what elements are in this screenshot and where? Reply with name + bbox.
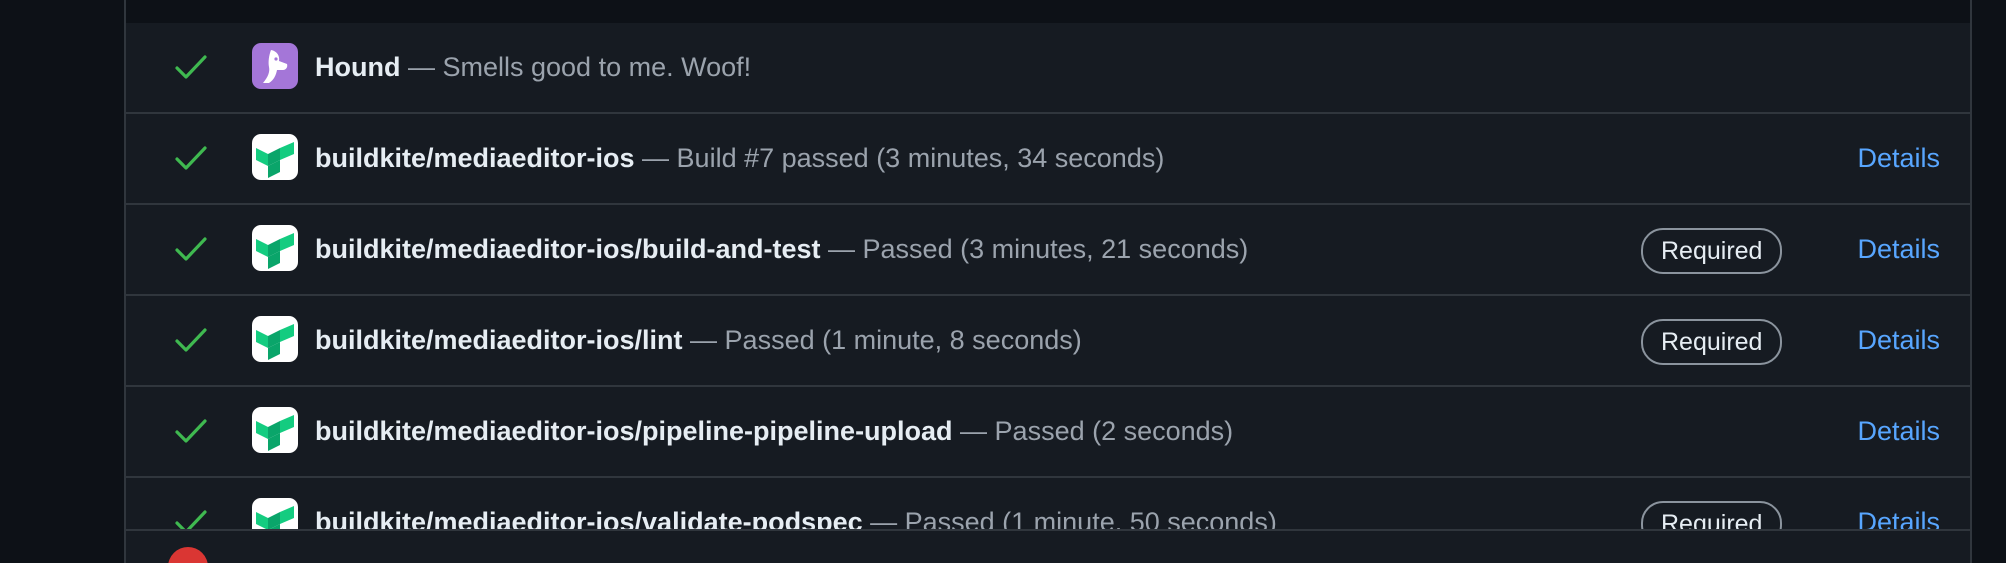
check-description: — Passed (3 minutes, 21 seconds)	[820, 234, 1249, 264]
checks-panel: Hound — Smells good to me. Woof! buildki…	[124, 0, 1972, 563]
check-text: buildkite/mediaeditor-ios — Build #7 pas…	[315, 138, 1164, 178]
check-row: buildkite/mediaeditor-ios/validate-podsp…	[126, 478, 1970, 529]
failure-status-icon	[168, 547, 208, 563]
panel-top-divider	[126, 0, 1970, 25]
check-row: buildkite/mediaeditor-ios — Build #7 pas…	[126, 114, 1970, 205]
details-link[interactable]: Details	[1857, 411, 1940, 451]
checkmark-icon	[175, 419, 207, 443]
check-description: — Passed (1 minute, 8 seconds)	[682, 325, 1082, 355]
check-text: buildkite/mediaeditor-ios/validate-podsp…	[315, 502, 1277, 529]
check-row: buildkite/mediaeditor-ios/lint — Passed …	[126, 296, 1970, 387]
check-name: buildkite/mediaeditor-ios/build-and-test	[315, 234, 821, 264]
merge-status-section	[126, 529, 1970, 563]
details-link[interactable]: Details	[1857, 320, 1940, 360]
checkmark-icon	[175, 510, 207, 529]
check-text: Hound — Smells good to me. Woof!	[315, 47, 751, 87]
check-name: buildkite/mediaeditor-ios/lint	[315, 325, 683, 355]
required-badge: Required	[1641, 501, 1783, 529]
check-row-hound: Hound — Smells good to me. Woof!	[126, 23, 1970, 114]
check-description: — Build #7 passed (3 minutes, 34 seconds…	[634, 143, 1165, 173]
check-text: buildkite/mediaeditor-ios/lint — Passed …	[315, 320, 1082, 360]
buildkite-logo-icon	[252, 134, 298, 180]
checkmark-icon	[175, 55, 207, 79]
buildkite-logo-icon	[252, 498, 298, 529]
details-link[interactable]: Details	[1857, 502, 1940, 529]
check-row: buildkite/mediaeditor-ios/pipeline-pipel…	[126, 387, 1970, 478]
required-badge: Required	[1641, 228, 1783, 274]
check-description: — Passed (1 minute, 50 seconds)	[862, 507, 1277, 529]
check-name: buildkite/mediaeditor-ios	[315, 143, 635, 173]
check-name: buildkite/mediaeditor-ios/validate-podsp…	[315, 507, 863, 529]
check-name: Hound	[315, 52, 401, 82]
checkmark-icon	[175, 237, 207, 261]
buildkite-logo-icon	[252, 316, 298, 362]
checkmark-icon	[175, 146, 207, 170]
buildkite-logo-icon	[252, 407, 298, 453]
check-description: — Smells good to me. Woof!	[400, 52, 752, 82]
hound-avatar-icon	[252, 43, 298, 89]
checkmark-icon	[175, 328, 207, 352]
check-name: buildkite/mediaeditor-ios/pipeline-pipel…	[315, 416, 953, 446]
details-link[interactable]: Details	[1857, 229, 1940, 269]
checks-list[interactable]: Hound — Smells good to me. Woof! buildki…	[126, 23, 1970, 529]
check-text: buildkite/mediaeditor-ios/build-and-test…	[315, 229, 1248, 269]
buildkite-logo-icon	[252, 225, 298, 271]
check-text: buildkite/mediaeditor-ios/pipeline-pipel…	[315, 411, 1233, 451]
required-badge: Required	[1641, 319, 1783, 365]
details-link[interactable]: Details	[1857, 138, 1940, 178]
check-description: — Passed (2 seconds)	[952, 416, 1234, 446]
check-row: buildkite/mediaeditor-ios/build-and-test…	[126, 205, 1970, 296]
